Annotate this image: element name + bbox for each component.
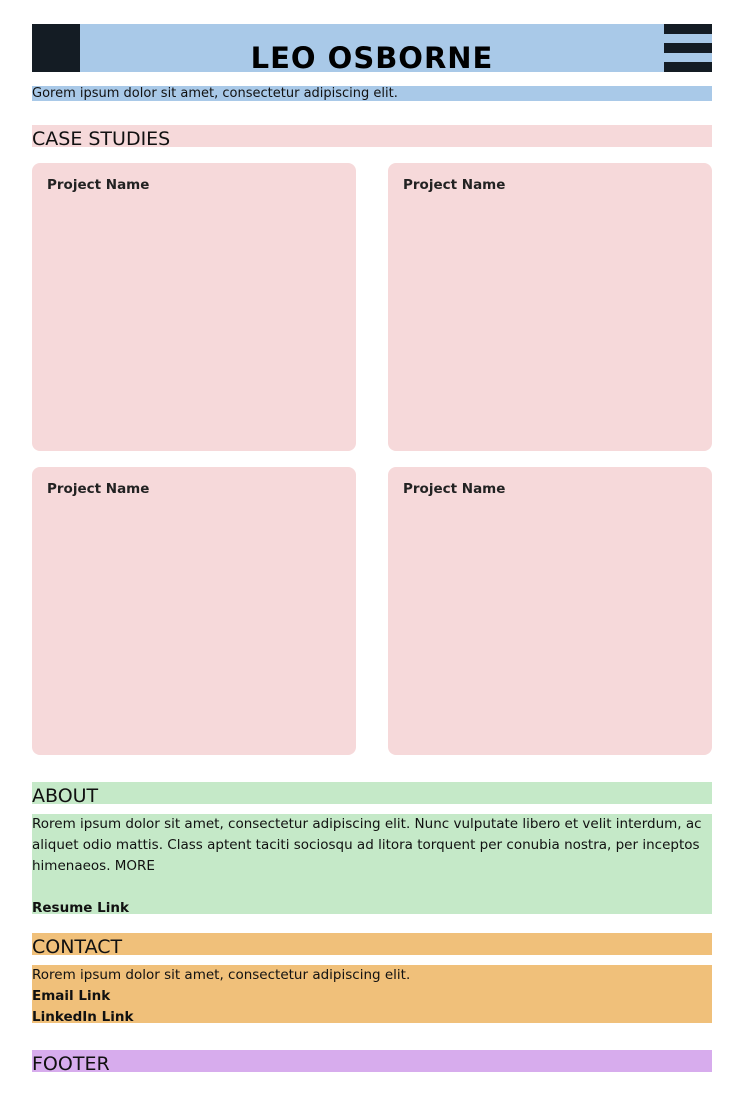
contact-section: Rorem ipsum dolor sit amet, consectetur … (32, 965, 712, 1023)
project-name: Project Name (403, 481, 506, 497)
project-card[interactable]: Project Name (388, 163, 712, 451)
project-name: Project Name (403, 177, 506, 193)
more-link[interactable]: MORE (115, 858, 155, 874)
menu-bar-middle (664, 43, 712, 53)
about-heading: ABOUT (32, 782, 712, 807)
logo[interactable] (32, 24, 80, 72)
contact-text: Rorem ipsum dolor sit amet, consectetur … (32, 967, 411, 983)
email-link[interactable]: Email Link (32, 988, 110, 1004)
project-card[interactable]: Project Name (388, 467, 712, 755)
project-name: Project Name (47, 481, 150, 497)
footer-heading: FOOTER (32, 1050, 712, 1075)
project-card[interactable]: Project Name (32, 163, 356, 451)
about-section: Rorem ipsum dolor sit amet, consectetur … (32, 814, 712, 914)
case-studies-heading: CASE STUDIES (32, 125, 712, 150)
contact-heading: CONTACT (32, 933, 712, 958)
linkedin-link[interactable]: LinkedIn Link (32, 1009, 133, 1023)
about-paragraph: Rorem ipsum dolor sit amet, consectetur … (32, 814, 712, 877)
project-card[interactable]: Project Name (32, 467, 356, 755)
site-title: LEO OSBORNE (250, 41, 494, 73)
tagline: Gorem ipsum dolor sit amet, consectetur … (32, 86, 712, 101)
resume-link[interactable]: Resume Link (32, 898, 129, 914)
menu-bar-bottom (664, 62, 712, 72)
menu-bar-top (664, 24, 712, 34)
hamburger-menu-icon[interactable] (664, 24, 712, 72)
project-name: Project Name (47, 177, 150, 193)
